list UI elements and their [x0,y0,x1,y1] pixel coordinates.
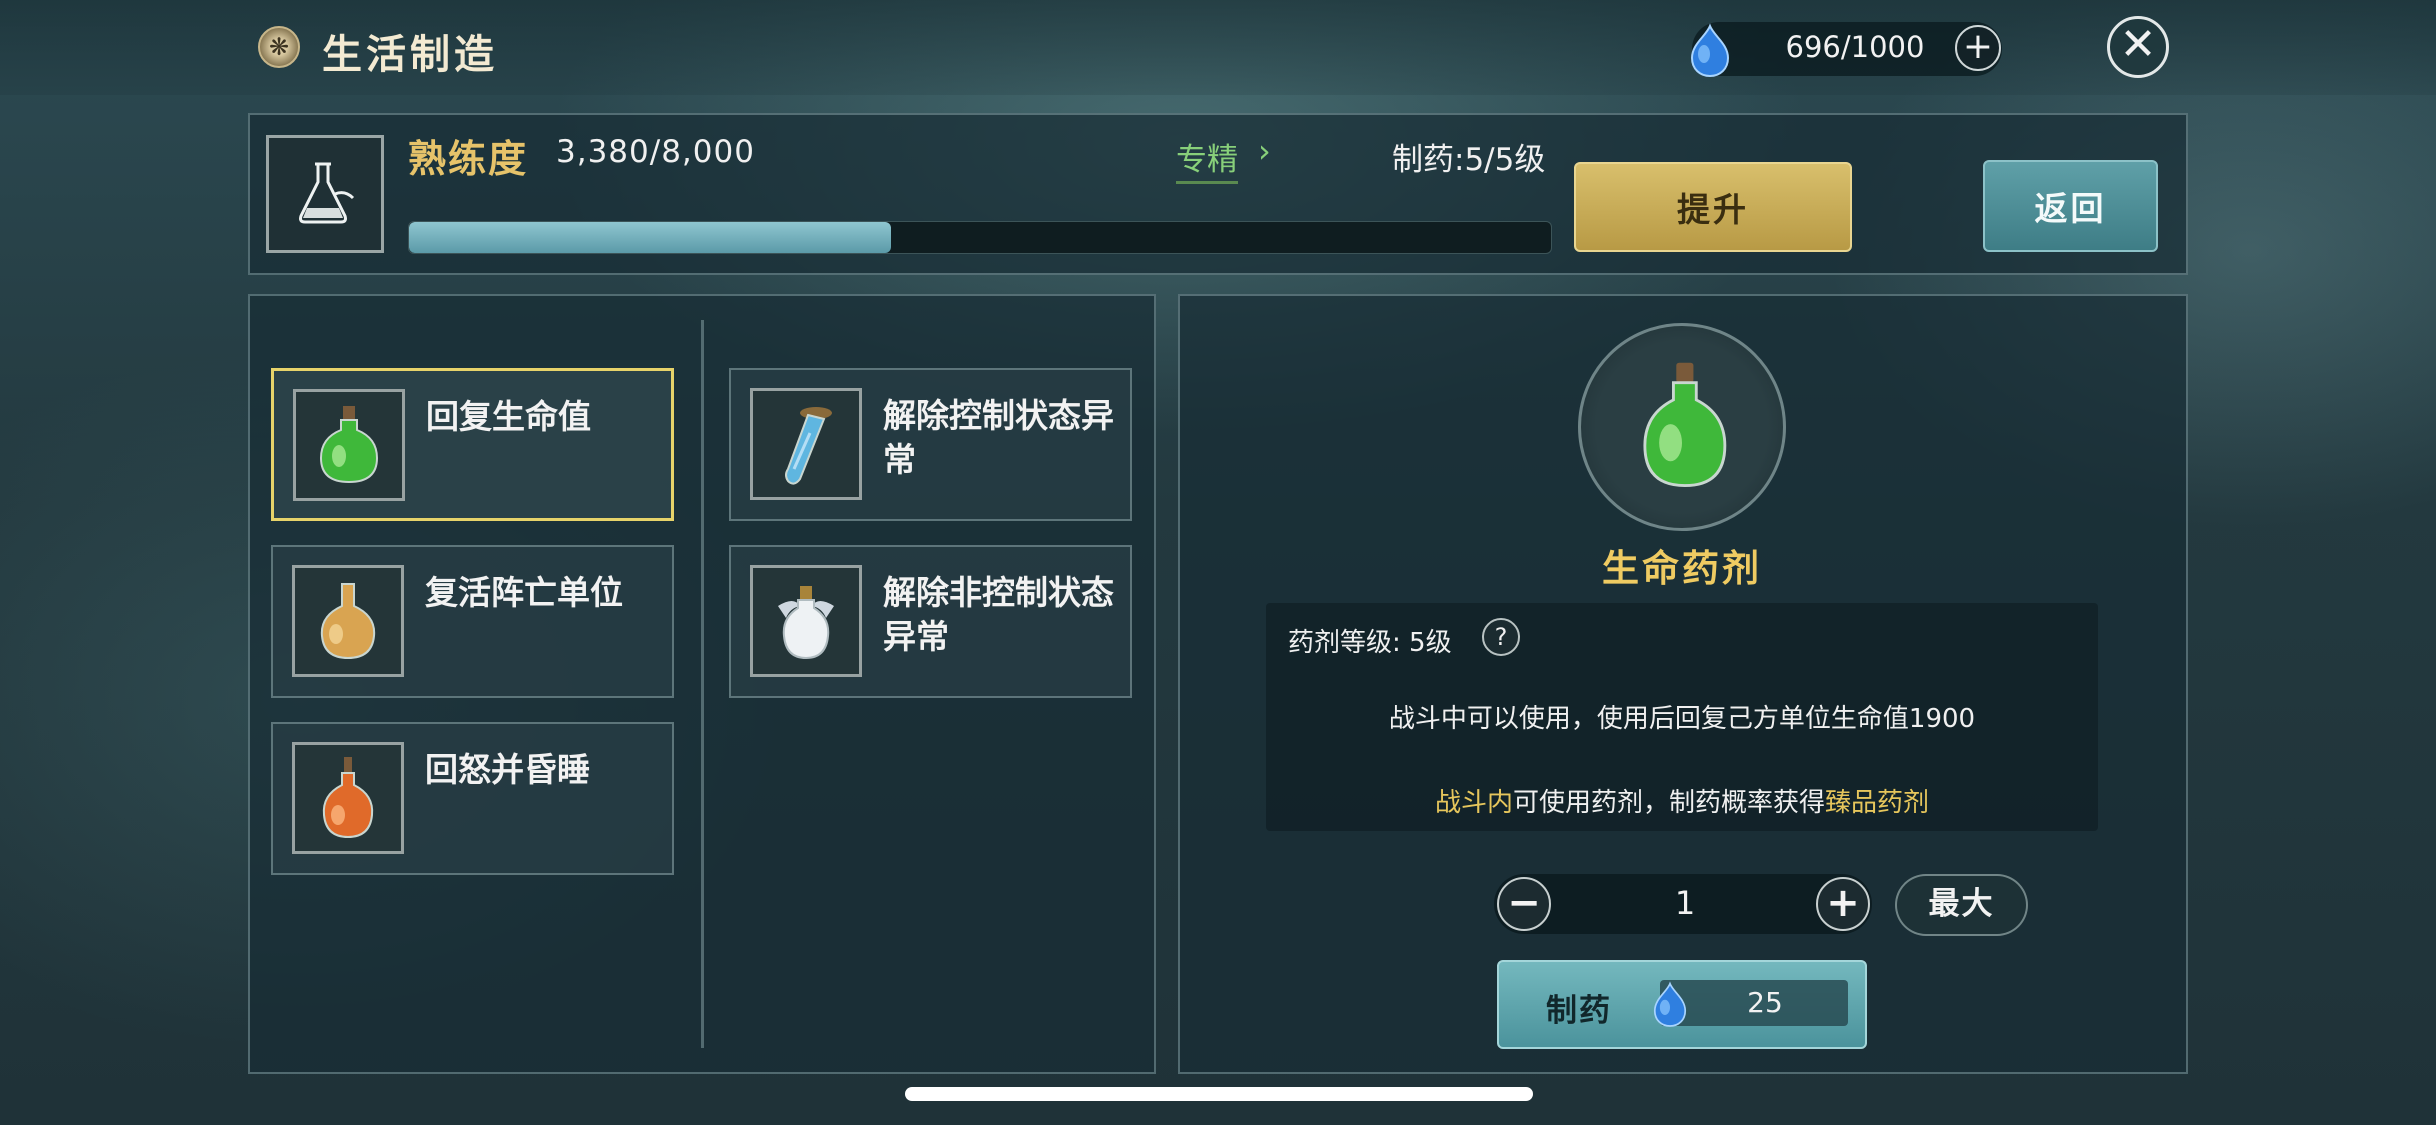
bonus-highlight-in-combat: 战斗内 [1434,788,1513,818]
craft-cost-value: 25 [1747,986,1783,1019]
proficiency-label: 熟练度 [408,137,529,181]
back-button[interactable]: 返回 [1983,160,2158,252]
add-resource-button[interactable]: + [1955,25,2001,71]
white-winged-flask-icon [750,565,862,677]
max-quantity-button[interactable]: 最大 [1895,874,2028,936]
bonus-highlight-premium: 臻品药剂 [1825,788,1930,818]
list-item-cleanse-control[interactable]: 解除控制状态异常 [729,368,1132,521]
blue-vial-icon [750,388,862,500]
decrease-quantity-button[interactable]: − [1497,877,1551,931]
list-item-label: 解除控制状态异常 [883,396,1114,479]
proficiency-progress-fill [409,222,892,253]
list-item-restore-hp[interactable]: 回复生命值 [271,368,674,521]
crafting-bonus-text: 战斗内可使用药剂，制药概率获得臻品药剂 [1266,782,2098,819]
craft-button-label: 制药 [1546,993,1612,1029]
orange-potion-icon [292,742,404,854]
list-item-revive[interactable]: 复活阵亡单位 [271,545,674,698]
crafting-emblem-icon: ❋ [258,26,300,68]
selected-potion-icon [1578,323,1786,531]
potion-effect-text: 战斗中可以使用，使用后回复己方单位生命值1900 [1388,704,1976,734]
proficiency-progress-bar [408,221,1552,254]
selected-potion-name: 生命药剂 [1602,547,1762,590]
specialize-link[interactable]: 专精 [1176,134,1238,184]
alchemy-flask-icon [266,135,384,253]
list-item-label: 复活阵亡单位 [425,573,623,612]
resource-amount: 696/1000 [1785,30,1925,64]
list-divider [701,320,704,1048]
quantity-value[interactable]: 1 [1560,884,1810,922]
blue-potion-drop-icon [1690,23,1730,78]
blue-potion-drop-icon [1653,981,1687,1027]
list-item-label: 回复生命值 [426,397,591,436]
page-title: 生活制造 [322,32,498,78]
bonus-body-text: 可使用药剂，制药概率获得 [1512,788,1825,818]
list-item-cleanse-non-control[interactable]: 解除非控制状态异常 [729,545,1132,698]
home-indicator[interactable] [905,1087,1533,1101]
list-item-label: 回怒并昏睡 [425,750,590,789]
list-item-label: 解除非控制状态异常 [883,573,1114,656]
upgrade-button[interactable]: 提升 [1574,162,1852,252]
list-item-rage-sleep[interactable]: 回怒并昏睡 [271,722,674,875]
craft-level-text: 制药:5/5级 [1392,142,1546,178]
proficiency-value: 3,380/8,000 [556,134,755,170]
increase-quantity-button[interactable]: + [1816,877,1870,931]
close-button[interactable]: ✕ [2107,16,2169,78]
help-button[interactable]: ? [1482,618,1520,656]
green-potion-icon [293,389,405,501]
chevron-right-icon: › [1258,132,1271,170]
potion-level-text: 药剂等级: 5级 [1288,628,1452,658]
amber-potion-icon [292,565,404,677]
